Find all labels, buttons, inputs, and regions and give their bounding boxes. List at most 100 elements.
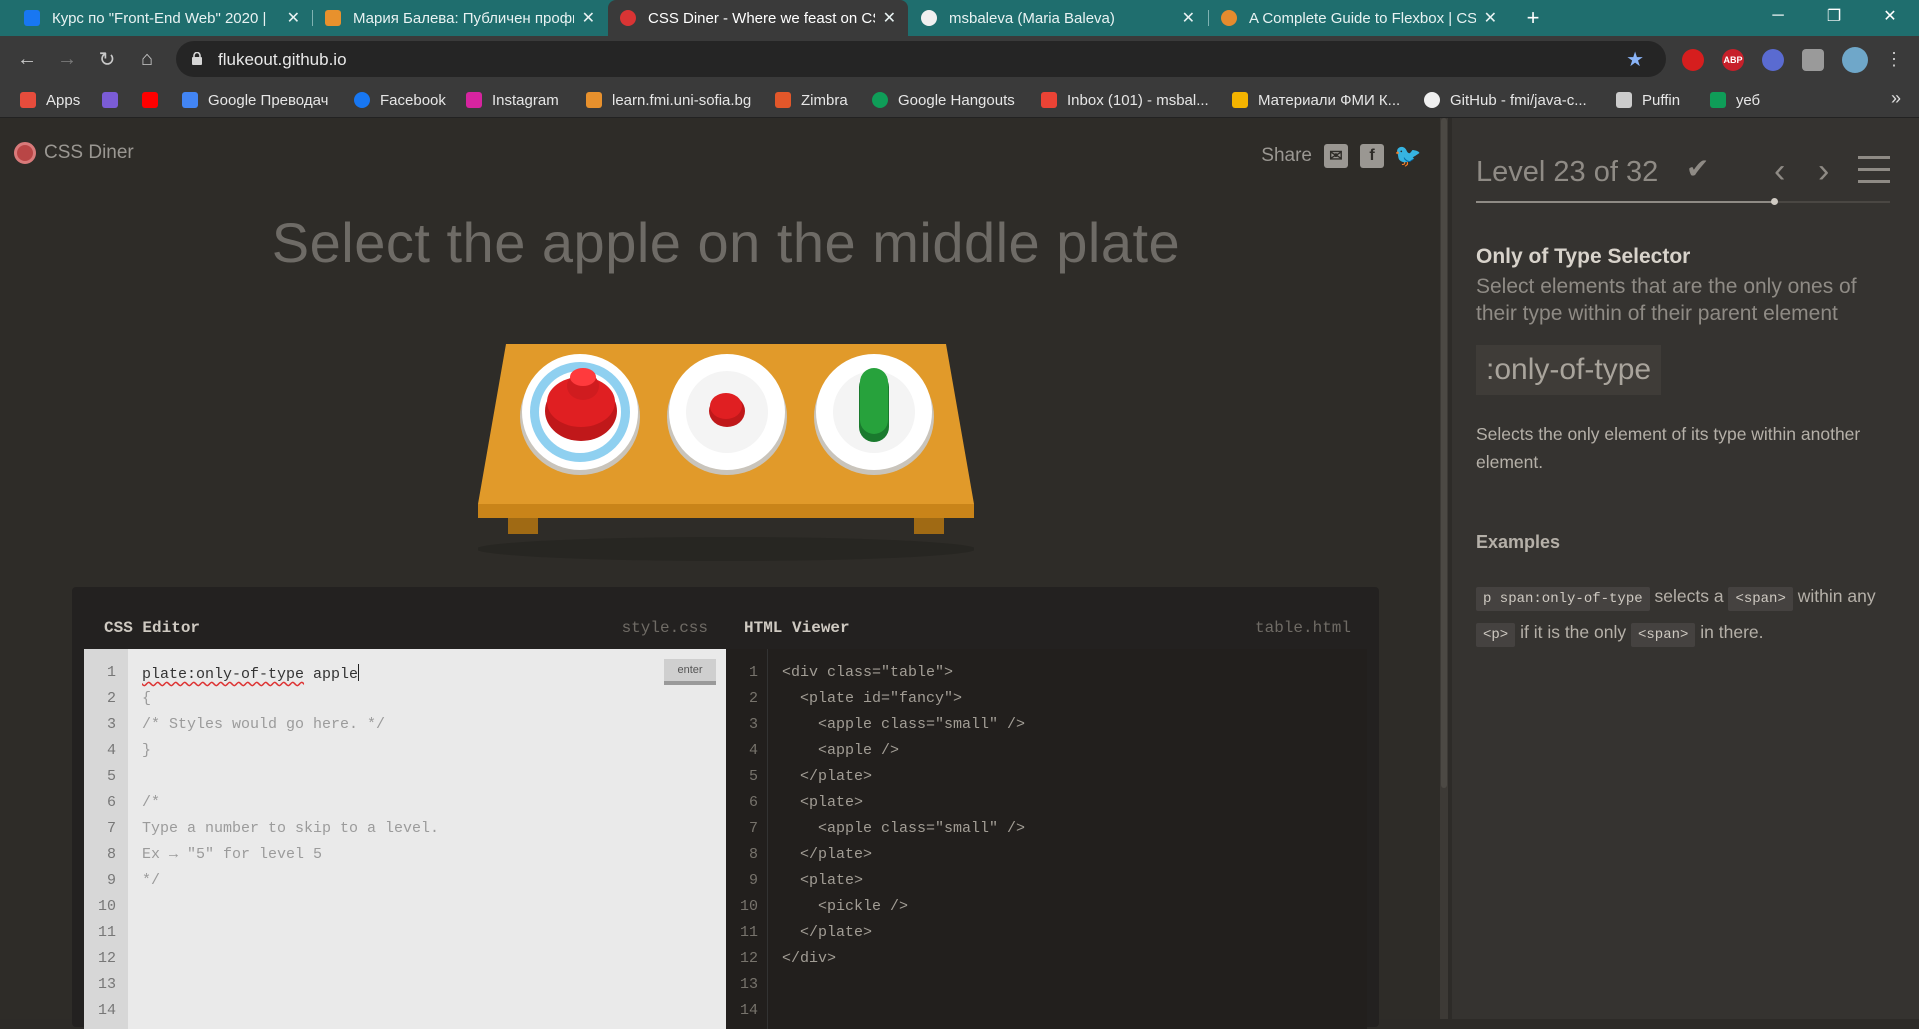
tab-close-icon[interactable]: ✕: [883, 8, 896, 28]
line-number: 8: [106, 846, 116, 863]
github-favicon-icon: [921, 10, 937, 26]
bookmarks-overflow-button[interactable]: »: [1891, 88, 1901, 109]
bookmark-label: GitHub - fmi/java-c...: [1450, 91, 1587, 109]
tab-close-icon[interactable]: ✕: [1484, 8, 1497, 28]
pickle[interactable]: [859, 368, 889, 442]
html-line-apple[interactable]: <apple />: [782, 742, 899, 759]
css-diner-logo[interactable]: CSS Diner: [14, 142, 134, 164]
selector-name: Only of Type Selector: [1476, 245, 1691, 268]
middle-plate[interactable]: [667, 354, 787, 475]
tab-public-profile[interactable]: Мария Балева: Публичен профи ✕: [313, 0, 607, 36]
url-text[interactable]: flukeout.github.io: [218, 50, 347, 70]
puzzle-extensions-icon[interactable]: [1802, 49, 1824, 71]
bookmark-star-icon[interactable]: ★: [1626, 47, 1644, 72]
bookmark-puffin[interactable]: Puffin: [1616, 90, 1680, 110]
bookmark-zimbra[interactable]: Zimbra: [775, 90, 848, 110]
instagram-icon: [466, 92, 482, 108]
plate-logo-icon: [14, 142, 36, 164]
adblock-icon[interactable]: ABP: [1722, 49, 1744, 71]
bookmark-youtube[interactable]: [142, 90, 168, 110]
tab-close-icon[interactable]: ✕: [287, 8, 300, 28]
line-number: 14: [97, 1002, 116, 1019]
facebook-icon: [354, 92, 370, 108]
bookmark-web[interactable]: уеб: [1710, 90, 1760, 110]
minimize-button[interactable]: ─: [1750, 0, 1806, 32]
profile-avatar[interactable]: [1842, 47, 1868, 73]
back-button[interactable]: ←: [13, 45, 41, 73]
bookmark-materials-fmi[interactable]: Материали ФМИ К...: [1232, 90, 1400, 110]
bookmark-label: Facebook: [380, 91, 446, 109]
bookmark-icon-only[interactable]: [102, 90, 128, 110]
line-number: 3: [748, 716, 758, 733]
twitter-icon[interactable]: 🐦: [1394, 143, 1421, 168]
bookmark-label: learn.fmi.uni-sofia.bg: [612, 91, 752, 109]
share-label: Share: [1261, 145, 1312, 166]
tab-css-diner[interactable]: CSS Diner - Where we feast on CS ✕: [608, 0, 908, 36]
home-button[interactable]: ⌂: [133, 45, 161, 73]
html-line-pickle[interactable]: <pickle />: [782, 898, 908, 915]
line-number: 10: [97, 898, 116, 915]
tab-close-icon[interactable]: ✕: [1182, 8, 1195, 28]
line-number: 7: [748, 820, 758, 837]
html-line-plate[interactable]: <plate>: [782, 872, 863, 889]
fancy-plate[interactable]: [520, 354, 640, 475]
css-editor-title: CSS Editor: [104, 619, 201, 637]
tab-github-profile[interactable]: msbaleva (Maria Baleva) ✕: [909, 0, 1207, 36]
line-number: 6: [106, 794, 116, 811]
html-filename: table.html: [1254, 619, 1351, 637]
html-line-table[interactable]: <div class="table">: [782, 664, 953, 681]
enter-button[interactable]: enter: [664, 659, 716, 685]
moodle-icon: [586, 92, 602, 108]
pickle-plate[interactable]: [814, 354, 934, 475]
html-line-plate-close: </plate>: [782, 768, 873, 785]
line-number: 3: [106, 716, 116, 733]
bookmark-github-fmi[interactable]: GitHub - fmi/java-c...: [1424, 90, 1587, 110]
lock-icon[interactable]: [192, 52, 202, 65]
tab-close-icon[interactable]: ✕: [582, 8, 595, 28]
new-tab-button[interactable]: +: [1519, 4, 1547, 32]
css-input-field[interactable]: plate:only-of-type apple: [142, 664, 360, 683]
tab-flexbox-guide[interactable]: A Complete Guide to Flexbox | CS ✕: [1209, 0, 1509, 36]
facebook-icon[interactable]: f: [1360, 144, 1384, 168]
css-editor[interactable]: 1 2 3 4 5 6 7 8 9 10 11 12 13 14 plate:o…: [84, 649, 726, 1029]
bookmark-google-hangouts[interactable]: Google Hangouts: [872, 90, 1015, 110]
bookmark-inbox[interactable]: Inbox (101) - msbal...: [1041, 90, 1209, 110]
scrollbar-thumb[interactable]: [1441, 118, 1447, 788]
tab-front-end-course[interactable]: Курс по "Front-End Web" 2020 | ✕: [12, 0, 312, 36]
html-line-plate[interactable]: <plate>: [782, 794, 863, 811]
level-instruction: Select the apple on the middle plate: [271, 211, 1181, 274]
email-icon[interactable]: ✉: [1324, 144, 1348, 168]
bookmark-instagram[interactable]: Instagram: [466, 90, 559, 110]
bookmark-label: уеб: [1736, 91, 1761, 109]
html-line-small-apple[interactable]: <apple class="small" />: [782, 716, 1025, 733]
blocker-icon[interactable]: [1762, 49, 1784, 71]
line-number: 13: [739, 976, 758, 993]
bookmark-learn-fmi[interactable]: learn.fmi.uni-sofia.bg: [586, 90, 751, 110]
github-icon: [1424, 92, 1440, 108]
line-number: 13: [97, 976, 116, 993]
html-line-fancy-plate[interactable]: <plate id="fancy">: [782, 690, 962, 707]
bookmark-facebook[interactable]: Facebook: [354, 90, 446, 110]
stop-extension-icon[interactable]: [1682, 49, 1704, 71]
browser-menu-icon[interactable]: ⋮: [1880, 45, 1908, 73]
code-line: }: [142, 742, 152, 759]
previous-level-button[interactable]: ‹: [1774, 152, 1785, 191]
bookmark-google-translate[interactable]: Google Преводач: [182, 90, 328, 110]
address-bar[interactable]: flukeout.github.io ★: [176, 41, 1666, 77]
maximize-button[interactable]: ❐: [1806, 0, 1862, 32]
next-level-button[interactable]: ›: [1818, 152, 1829, 191]
tab-title: CSS Diner - Where we feast on CS: [648, 9, 875, 27]
bookmark-apps[interactable]: Apps: [20, 90, 80, 110]
browser-toolbar: ← → ↻ ⌂ flukeout.github.io ★ ABP ⋮: [0, 36, 1919, 82]
line-number: 10: [739, 898, 758, 915]
close-window-button[interactable]: ✕: [1862, 0, 1918, 32]
editor-panel: CSS Editor style.css HTML Viewer table.h…: [72, 587, 1379, 1029]
reload-button[interactable]: ↻: [93, 45, 121, 73]
html-line-small-apple[interactable]: <apple class="small" />: [782, 820, 1025, 837]
tab-title: Курс по "Front-End Web" 2020 |: [52, 9, 267, 27]
forward-button[interactable]: →: [53, 45, 81, 73]
level-menu-icon[interactable]: [1858, 156, 1890, 184]
css-diner-favicon-icon: [620, 10, 636, 26]
line-number: 11: [97, 924, 116, 941]
level-indicator[interactable]: Level 23 of 32: [1476, 156, 1658, 189]
